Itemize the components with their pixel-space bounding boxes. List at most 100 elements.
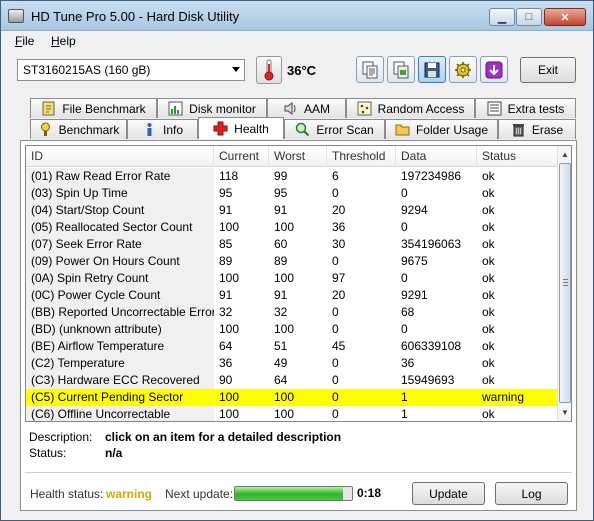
table-cell: 49 [274, 356, 288, 370]
temperature-readout: 36°C [287, 63, 317, 78]
table-row[interactable]: (C5) Current Pending Sector 100 100 0 1 warni… [26, 389, 557, 406]
menu-file[interactable]: File [15, 34, 34, 48]
table-row[interactable]: (C2) Temperature 36 49 0 36 ok [26, 355, 557, 372]
grip-icon [563, 279, 568, 286]
tab-label: Random Access [377, 101, 465, 116]
scroll-down-icon[interactable]: ▼ [558, 405, 571, 420]
table-cell: 6 [332, 169, 339, 183]
tab-erase[interactable]: Erase [498, 119, 576, 139]
update-button[interactable]: Update [412, 482, 485, 505]
table-row[interactable]: (C3) Hardware ECC Recovered 90 64 0 15949693… [26, 372, 557, 389]
table-row[interactable]: (05) Reallocated Sector Count 100 100 36 0 ok [26, 219, 557, 236]
column-header-id[interactable]: ID [26, 146, 214, 167]
table-cell: ok [482, 203, 495, 217]
table-row[interactable]: (0A) Spin Retry Count 100 100 97 0 ok [26, 270, 557, 287]
table-cell: 0 [332, 322, 339, 336]
menu-bar: File Help [1, 31, 593, 51]
settings-button[interactable] [449, 56, 477, 83]
table-row[interactable]: (0C) Power Cycle Count 91 91 20 9291 ok [26, 287, 557, 304]
table-cell: 100 [274, 390, 295, 404]
vertical-scrollbar[interactable]: ▲ ▼ [557, 146, 571, 421]
table-cell: ok [482, 339, 495, 353]
thermometer-icon [256, 56, 282, 84]
save-icon [424, 62, 440, 77]
table-cell: warning [482, 390, 525, 404]
table-cell: 95 [219, 186, 233, 200]
table-row[interactable]: (C6) Offline Uncorrectable 100 100 0 1 ok [26, 406, 557, 421]
tab-label: Health [234, 121, 269, 136]
tab-disk-monitor[interactable]: Disk monitor [157, 98, 267, 118]
table-cell: 30 [332, 237, 346, 251]
table-cell: (BD) (unknown attribute) [26, 321, 214, 338]
table-cell: 97 [332, 271, 346, 285]
menu-help[interactable]: Help [51, 34, 76, 48]
column-header-threshold[interactable]: Threshold [327, 146, 396, 167]
table-cell: 9294 [401, 203, 428, 217]
table-cell: 32 [274, 305, 288, 319]
table-cell: ok [482, 373, 495, 387]
copy-screenshot-button[interactable] [387, 56, 415, 83]
maximize-button[interactable]: □ [516, 8, 542, 26]
window-title: HD Tune Pro 5.00 - Hard Disk Utility [31, 9, 240, 24]
tab-info[interactable]: Info [127, 119, 198, 139]
table-cell: (C2) Temperature [26, 355, 214, 372]
tab-aam[interactable]: AAM [267, 98, 346, 118]
title-bar[interactable]: HD Tune Pro 5.00 - Hard Disk Utility ▁ □… [1, 1, 593, 31]
smart-table[interactable]: ID Current Worst Threshold Data Status (… [25, 145, 572, 422]
table-row[interactable]: (BD) (unknown attribute) 100 100 0 0 ok [26, 321, 557, 338]
table-row[interactable]: (BB) Reported Uncorrectable Errors 32 32 0 6… [26, 304, 557, 321]
minimize-icon: ▁ [497, 11, 507, 24]
table-cell: ok [482, 288, 495, 302]
table-cell: (01) Raw Read Error Rate [26, 168, 214, 185]
maximize-icon: □ [525, 11, 533, 23]
copy-screenshot-icon [393, 61, 409, 78]
column-header-worst[interactable]: Worst [269, 146, 327, 167]
table-cell: 0 [401, 322, 408, 336]
table-cell: ok [482, 305, 495, 319]
table-row[interactable]: (09) Power On Hours Count 89 89 0 9675 ok [26, 253, 557, 270]
table-cell: 91 [219, 288, 233, 302]
close-icon: ✕ [560, 11, 570, 24]
table-cell: 15949693 [401, 373, 455, 387]
table-cell: (C5) Current Pending Sector [26, 389, 214, 406]
table-row[interactable]: (04) Start/Stop Count 91 91 20 9294 ok [26, 202, 557, 219]
close-button[interactable]: ✕ [544, 8, 586, 26]
table-cell: (07) Seek Error Rate [26, 236, 214, 253]
table-cell: 68 [401, 305, 415, 319]
health-status-label: Health status: [30, 487, 104, 501]
tab-extra-tests[interactable]: Extra tests [475, 98, 576, 118]
tab-health[interactable]: Health [198, 117, 284, 139]
tab-label: Disk monitor [189, 101, 256, 116]
table-cell: ok [482, 237, 495, 251]
table-row[interactable]: (01) Raw Read Error Rate 118 99 6 197234986 o… [26, 168, 557, 185]
folder-icon [395, 124, 410, 136]
table-cell: 60 [274, 237, 288, 251]
scroll-up-icon[interactable]: ▲ [558, 147, 571, 162]
scrollbar-thumb[interactable] [559, 163, 571, 403]
next-update-label: Next update: [165, 487, 234, 501]
table-row[interactable]: (BE) Airflow Temperature 64 51 45 606339108 o… [26, 338, 557, 355]
tab-folder-usage[interactable]: Folder Usage [385, 119, 498, 139]
tab-benchmark[interactable]: Benchmark [30, 119, 127, 139]
column-header-data[interactable]: Data [396, 146, 477, 167]
drive-select-value: ST3160215AS (160 gB) [23, 63, 151, 77]
exit-button[interactable]: Exit [520, 57, 576, 83]
tab-file-benchmark[interactable]: File Benchmark [30, 98, 157, 118]
column-header-status[interactable]: Status [477, 146, 557, 167]
chevron-down-icon [232, 67, 240, 72]
table-row[interactable]: (03) Spin Up Time 95 95 0 0 ok [26, 185, 557, 202]
save-button[interactable] [418, 56, 446, 83]
table-row[interactable]: (07) Seek Error Rate 85 60 30 354196063 ok [26, 236, 557, 253]
column-header-current[interactable]: Current [214, 146, 269, 167]
next-update-progress [234, 486, 353, 501]
drive-select[interactable]: ST3160215AS (160 gB) [17, 59, 245, 81]
minimize-button[interactable]: ▁ [489, 8, 515, 26]
copy-text-button[interactable] [356, 56, 384, 83]
disk-monitor-icon [168, 101, 183, 116]
health-panel: ID Current Worst Threshold Data Status (… [20, 140, 577, 511]
tab-error-scan[interactable]: Error Scan [284, 119, 385, 139]
tab-label: File Benchmark [62, 101, 146, 116]
tab-random-access[interactable]: Random Access [346, 98, 475, 118]
log-button[interactable]: Log [495, 482, 568, 505]
download-button[interactable] [480, 56, 508, 83]
